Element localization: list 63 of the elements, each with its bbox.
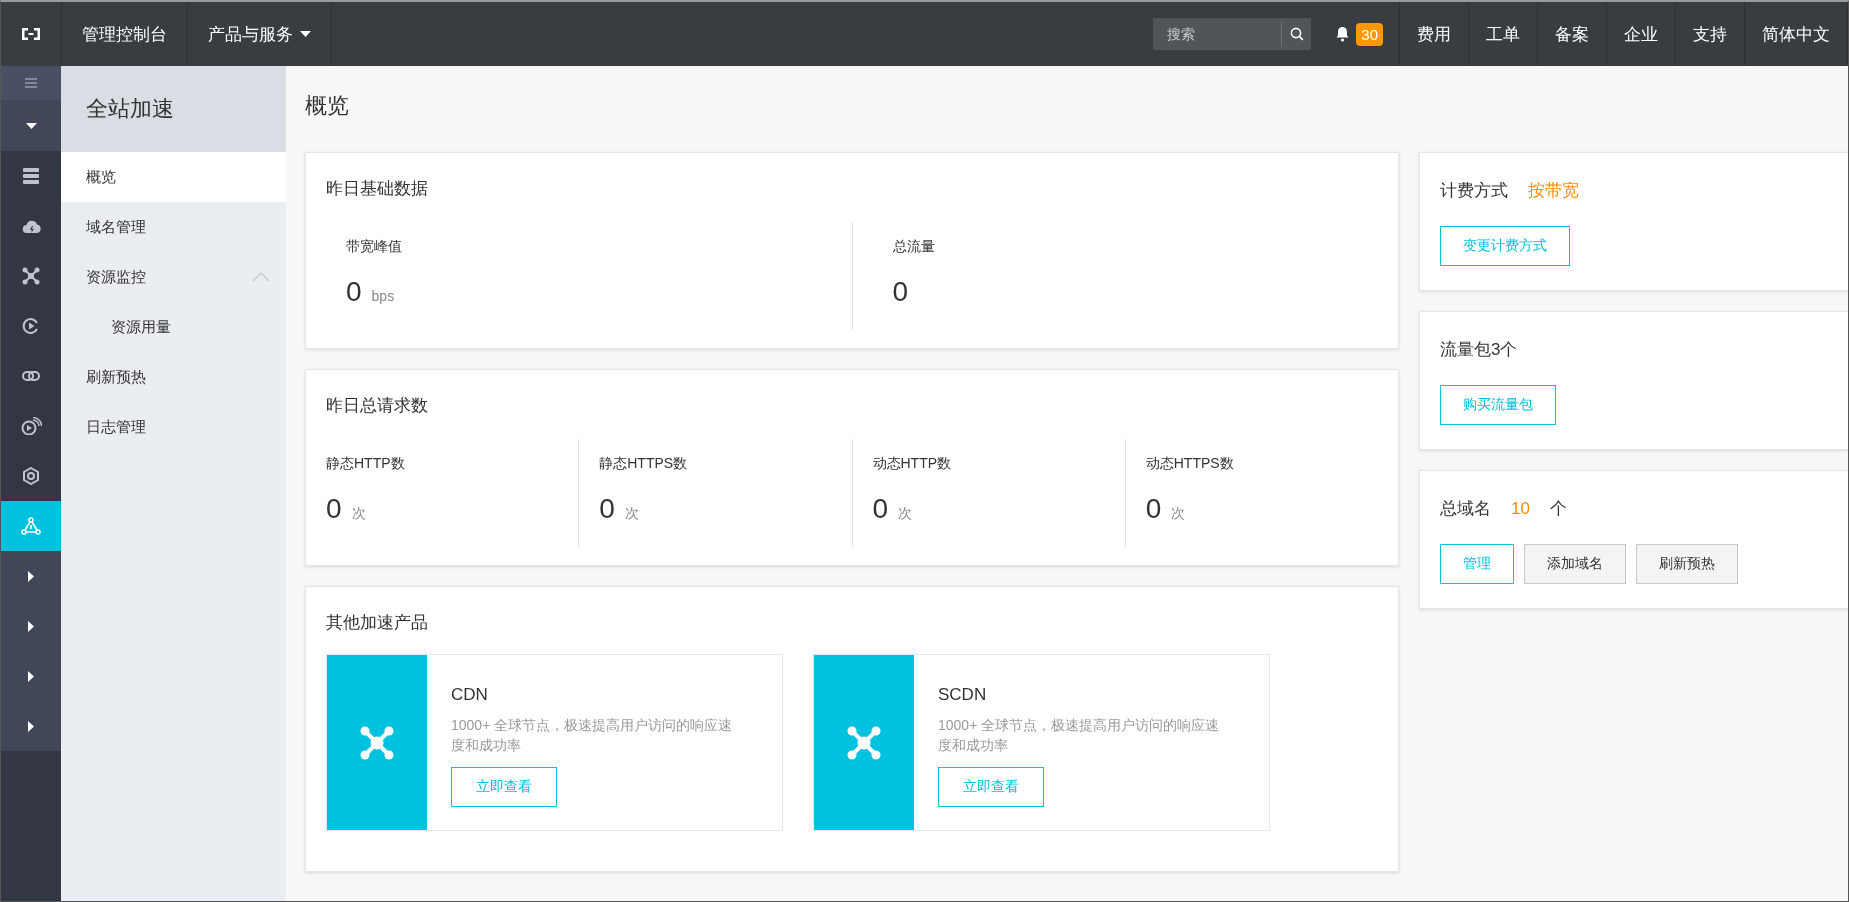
caret-right-icon [28, 570, 34, 582]
metric-label: 静态HTTP数 [326, 455, 405, 473]
product-name: CDN [451, 685, 488, 705]
nav-item-label: 资源监控 [86, 267, 146, 287]
product-name: SCDN [938, 685, 987, 705]
domain-unit: 个 [1549, 498, 1567, 520]
nav-group[interactable]: 资源监控 [61, 252, 286, 302]
metric-value: 0 [599, 493, 615, 525]
broadcast-icon [20, 417, 42, 435]
nodes-icon [847, 725, 881, 760]
metric-label: 静态HTTPS数 [599, 455, 688, 473]
domain-count: 10 [1511, 499, 1530, 519]
metric-unit: 次 [624, 505, 639, 523]
metric-label: 带宽峰值 [346, 238, 402, 256]
caret-down-icon [300, 31, 311, 37]
search-field[interactable]: 搜索 [1153, 18, 1282, 50]
caret-right-icon [28, 670, 34, 682]
menu-icon [24, 76, 38, 90]
section-title: 全站加速 [86, 95, 174, 123]
metric-unit: 次 [1171, 505, 1186, 523]
bell-icon [1335, 26, 1351, 42]
network-icon [21, 517, 41, 535]
logo-icon [20, 25, 42, 43]
product-description: 1000+ 全球节点，极速提高用户访问的响应速度和成功率 [938, 716, 1221, 755]
metric-value: 0 [872, 493, 889, 525]
nav-item[interactable]: 刷新预热 [61, 352, 286, 402]
page-title: 概览 [305, 92, 350, 120]
metric-unit: bps [371, 288, 395, 304]
play-circle-icon [22, 317, 40, 335]
billing-label: 计费方式 [1440, 180, 1508, 202]
metric-label: 总流量 [892, 238, 935, 256]
nodes-icon [22, 267, 40, 285]
caret-right-icon [28, 720, 34, 732]
search-button[interactable] [1281, 18, 1312, 50]
metric-value: 0 [346, 276, 362, 308]
domains-label: 总域名 [1440, 498, 1491, 520]
metric-value: 0 [326, 493, 342, 525]
action-button[interactable]: 添加域名 [1524, 544, 1626, 584]
caret-right-icon [28, 620, 34, 632]
nav-item[interactable]: 概览 [61, 152, 286, 202]
package-count: 流量包3个 [1440, 339, 1518, 361]
nav-item[interactable]: 资源用量 [61, 302, 286, 352]
metric-unit: 次 [351, 505, 366, 523]
metric-value: 0 [892, 276, 909, 308]
card-title: 其他加速产品 [326, 612, 428, 634]
metric-label: 动态HTTP数 [872, 455, 952, 473]
metric-label: 动态HTTPS数 [1145, 455, 1234, 473]
metric-unit: 次 [898, 505, 913, 523]
card-title: 昨日基础数据 [326, 178, 428, 200]
product-description: 1000+ 全球节点，极速提高用户访问的响应速度和成功率 [451, 716, 734, 755]
link-icon [22, 368, 40, 384]
action-button[interactable]: 刷新预热 [1636, 544, 1738, 584]
billing-value: 按带宽 [1528, 180, 1579, 202]
nodes-icon [360, 725, 394, 760]
storage-icon [22, 167, 40, 185]
metric-value: 0 [1145, 493, 1162, 525]
caret-down-icon [25, 122, 37, 129]
nav-item[interactable]: 域名管理 [61, 202, 286, 252]
nav-item[interactable]: 日志管理 [61, 402, 286, 452]
search-icon [1289, 27, 1304, 41]
cloud-icon [21, 218, 41, 234]
card-title: 昨日总请求数 [326, 395, 428, 417]
hexagon-icon [22, 467, 40, 485]
